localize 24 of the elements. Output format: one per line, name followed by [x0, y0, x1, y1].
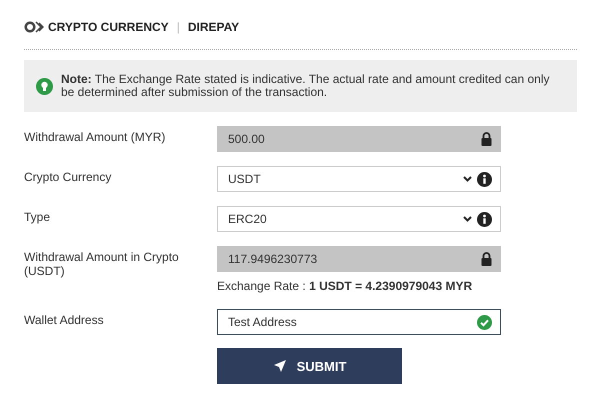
chevron-down-icon: [463, 176, 472, 182]
input-field[interactable]: 500.00: [217, 126, 501, 152]
field-label: Withdrawal Amount in Crypto (USDT): [24, 249, 180, 279]
page-title: CRYPTO CURRENCY: [48, 19, 169, 36]
field-label: Type: [24, 209, 52, 226]
submit-button[interactable]: SUBMIT: [217, 348, 402, 384]
exchange-rate-text: Exchange Rate : 1 USDT = 4.2390979043 MYR: [217, 278, 474, 296]
field-label: Crypto Currency: [24, 169, 112, 186]
dropdown[interactable]: ERC20: [217, 206, 501, 232]
lock-icon: [481, 132, 492, 146]
checkmark-icon: [477, 314, 492, 330]
input-field[interactable]: Test Address: [217, 309, 501, 336]
lock-icon: [481, 252, 492, 266]
note-text: Note: The Exchange Rate stated is indicative. The actual rate and amount credited can only be determined after submission of the transaction.: [61, 73, 551, 100]
provider-name: DIREPAY: [188, 19, 240, 36]
input-field[interactable]: 117.9496230773: [217, 246, 501, 272]
info-icon: [477, 212, 492, 227]
info-icon: [477, 172, 492, 187]
field-label: Withdrawal Amount (MYR): [24, 129, 166, 146]
title-separator: |: [176, 19, 180, 36]
dropdown[interactable]: USDT: [217, 166, 501, 192]
paper-plane-icon: [272, 359, 287, 374]
field-label: Wallet Address: [24, 312, 105, 328]
chevron-down-icon: [463, 216, 472, 222]
